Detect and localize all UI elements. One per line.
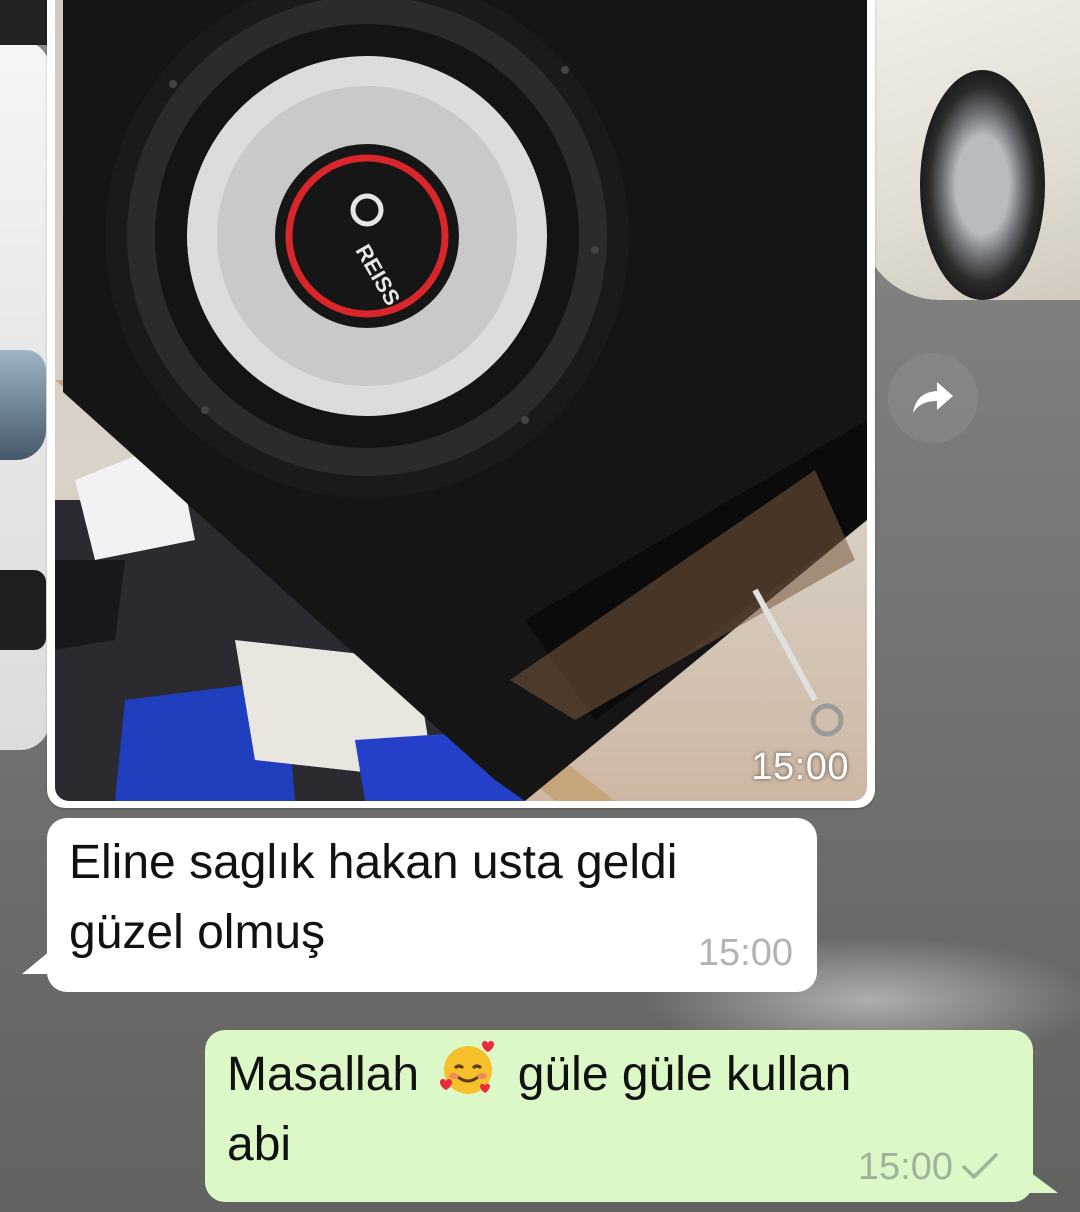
image-message-bubble[interactable]: REISS 15:00 [47,0,875,808]
outgoing-message-bubble[interactable]: Masallah güle güle kullan abi 15:00 [205,1030,1033,1202]
subwoofer-photo[interactable]: REISS 15:00 [55,0,867,801]
outgoing-text-part: Masallah [227,1048,420,1101]
incoming-message-line: Eline saglık hakan usta geldi [69,836,678,889]
incoming-timestamp: 15:00 [697,932,793,974]
wallpaper-corner [0,0,50,45]
outgoing-timestamp: 15:00 [858,1148,999,1186]
wallpaper-grille [0,570,46,650]
image-timestamp: 15:00 [751,746,849,788]
wallpaper-wheel [920,70,1045,300]
forward-arrow-icon [913,382,953,413]
outgoing-message-line: Masallah güle güle kullan [227,1038,1017,1110]
single-check-icon [962,1153,998,1179]
outgoing-text-part: güle güle kullan [517,1048,852,1101]
subwoofer-photo-drawing: REISS [55,0,867,801]
smiling-face-with-hearts-icon [440,1041,495,1094]
outgoing-time-text: 15:00 [857,1146,953,1188]
wallpaper-headlight [0,350,46,460]
forward-button[interactable] [888,353,978,443]
incoming-message-bubble[interactable]: Eline saglık hakan usta geldi güzel olmu… [47,818,817,992]
